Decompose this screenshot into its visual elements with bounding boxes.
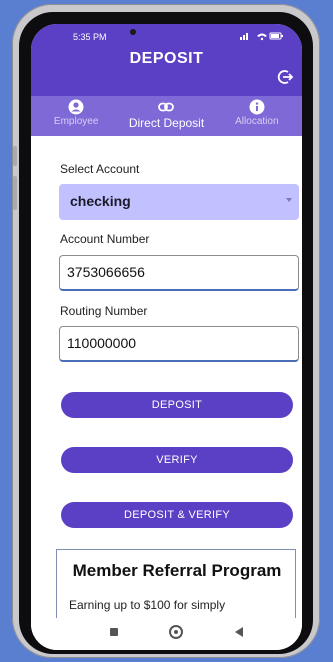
referral-body: Earning up to $100 for simply [69, 598, 226, 612]
app-bar: 5:35 PM DEPOSIT [31, 24, 302, 96]
verify-button[interactable]: VERIFY [61, 447, 293, 473]
account-number-label: Account Number [60, 232, 150, 246]
app-screen: 5:35 PM DEPOSIT Employee Direct Deposit … [31, 24, 302, 650]
back-button[interactable] [235, 627, 243, 637]
logout-icon[interactable] [276, 68, 294, 86]
chevron-down-icon [286, 198, 292, 202]
routing-number-field[interactable]: 110000000 [59, 326, 299, 362]
page-title: DEPOSIT [129, 50, 204, 67]
link-icon [158, 99, 175, 115]
person-icon [68, 99, 84, 115]
tab-direct-deposit[interactable]: Direct Deposit [121, 96, 211, 136]
referral-title: Member Referral Program [72, 561, 282, 580]
referral-card: Member Referral Program Earning up to $1… [56, 549, 296, 629]
routing-number-label: Routing Number [60, 304, 148, 318]
status-bar: 5:35 PM [31, 24, 302, 46]
home-button[interactable] [169, 625, 183, 639]
deposit-button[interactable]: DEPOSIT [61, 392, 293, 418]
front-camera [130, 29, 136, 35]
tab-label: Allocation [235, 116, 279, 127]
tab-label: Direct Deposit [128, 116, 205, 130]
info-icon [249, 99, 265, 115]
status-system-icons [240, 31, 284, 43]
account-select-value: checking [70, 193, 131, 209]
deposit-verify-button[interactable]: DEPOSIT & VERIFY [61, 502, 293, 528]
account-number-field[interactable]: 3753066656 [59, 255, 299, 291]
system-nav-bar [31, 618, 302, 650]
phone-side-button [13, 146, 17, 166]
account-select[interactable]: checking [59, 184, 299, 220]
tab-allocation[interactable]: Allocation [212, 96, 302, 136]
select-account-label: Select Account [60, 162, 140, 176]
phone-side-button [13, 176, 17, 210]
tab-employee[interactable]: Employee [31, 96, 121, 136]
tab-label: Employee [53, 116, 99, 127]
recents-button[interactable] [110, 628, 118, 636]
tab-bar: Employee Direct Deposit Allocation [31, 96, 302, 136]
status-time: 5:35 PM [73, 32, 107, 42]
